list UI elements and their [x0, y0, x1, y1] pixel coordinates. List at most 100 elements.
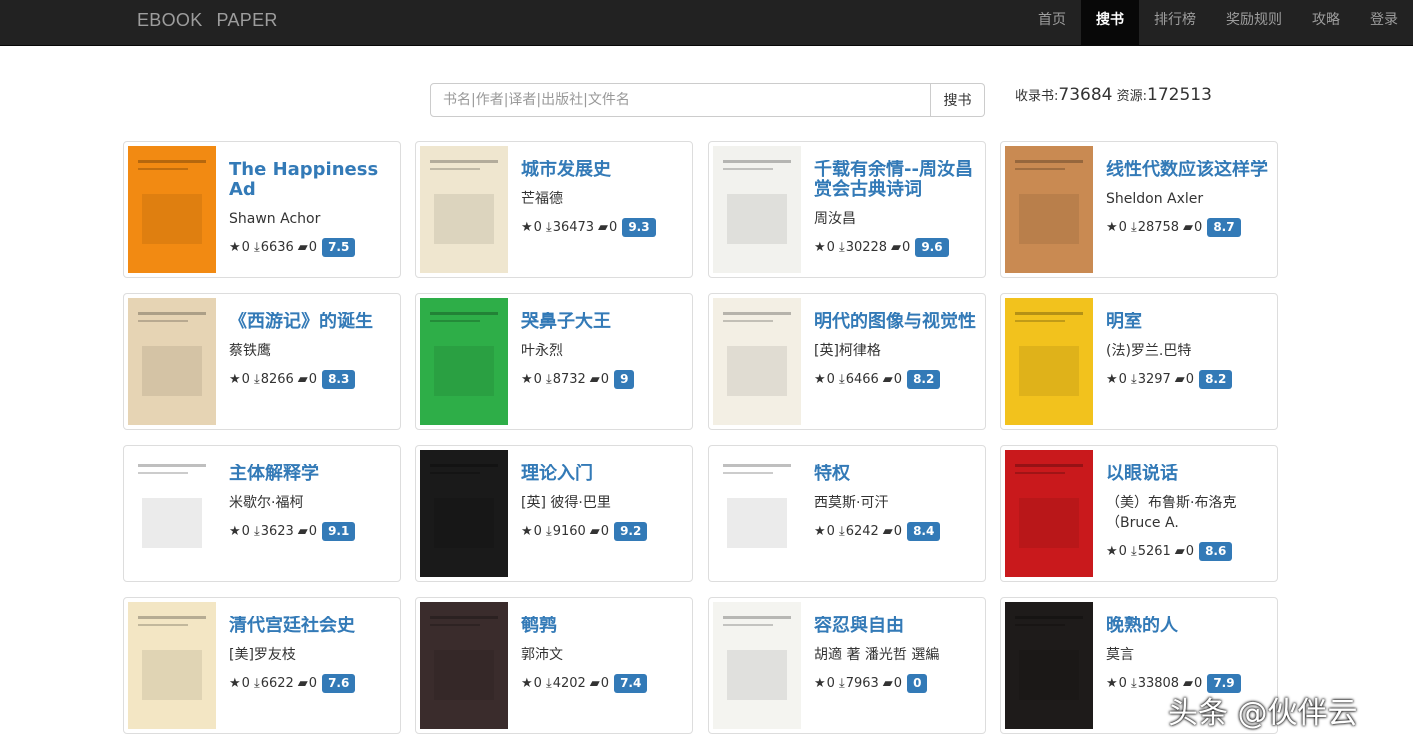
- book-card[interactable]: 千载有余情--周汝昌赏会古典诗词 周汝昌 ★ 0 ⤓ 30228 ▰ 0 9.6: [708, 141, 986, 278]
- book-card[interactable]: 特权 西莫斯·可汗 ★ 0 ⤓ 6242 ▰ 0 8.4: [708, 445, 986, 582]
- star-count: 0: [241, 372, 250, 387]
- book-title[interactable]: 晚熟的人: [1106, 616, 1269, 636]
- book-info: 主体解释学 米歇尔·福柯 ★ 0 ⤓ 3623 ▰ 0 9.1: [229, 464, 392, 541]
- book-cover-image[interactable]: [1005, 602, 1093, 729]
- book-cover-image[interactable]: [713, 602, 801, 729]
- book-cover-image[interactable]: [420, 146, 508, 273]
- download-count: 6622: [260, 676, 294, 691]
- rating-badge: 9.2: [614, 522, 648, 541]
- comment-count: 0: [893, 372, 903, 387]
- download-icon: ⤓: [253, 676, 260, 691]
- book-title[interactable]: 明代的图像与视觉性: [814, 312, 977, 332]
- book-title[interactable]: 城市发展史: [521, 160, 684, 180]
- book-card[interactable]: The Happiness Ad Shawn Achor ★ 0 ⤓ 6636 ▰ 0 7.5: [123, 141, 401, 278]
- nav-menu: 首页 搜书 排行榜 奖励规则 攻略 登录: [1023, 0, 1413, 45]
- book-cover-image[interactable]: [1005, 450, 1093, 577]
- book-title[interactable]: 线性代数应该这样学: [1106, 160, 1269, 180]
- download-count: 9160: [552, 524, 586, 539]
- book-meta: ★ 0 ⤓ 8732 ▰ 0 9: [521, 370, 684, 389]
- book-card[interactable]: 城市发展史 芒福德 ★ 0 ⤓ 36473 ▰ 0 9.3: [415, 141, 693, 278]
- book-cover-image[interactable]: [713, 146, 801, 273]
- nav-reward-rules[interactable]: 奖励规则: [1211, 0, 1297, 45]
- rating-badge: 8.4: [907, 522, 941, 541]
- nav-home[interactable]: 首页: [1023, 0, 1081, 45]
- book-title[interactable]: 主体解释学: [229, 464, 392, 484]
- book-card[interactable]: 《西游记》的诞生 蔡铁鹰 ★ 0 ⤓ 8266 ▰ 0 8.3: [123, 293, 401, 430]
- book-author: [英] 彼得·巴里: [521, 495, 611, 511]
- nav-guide[interactable]: 攻略: [1297, 0, 1355, 45]
- book-cover-image[interactable]: [128, 450, 216, 577]
- star-icon: ★: [1106, 676, 1118, 691]
- book-cover-image[interactable]: [1005, 298, 1093, 425]
- search-form: 搜书: [430, 83, 985, 117]
- comment-count: 0: [902, 240, 911, 255]
- book-card[interactable]: 以眼说话 （美）布鲁斯·布洛克（Bruce A. ★ 0 ⤓ 5261 ▰ 0 8.6: [1000, 445, 1278, 582]
- book-cover-image[interactable]: [1005, 146, 1093, 273]
- download-icon: ⤓: [545, 372, 552, 387]
- book-author: 郭沛文: [521, 647, 563, 663]
- download-icon: ⤓: [545, 524, 552, 539]
- book-card[interactable]: 鹌鹑 郭沛文 ★ 0 ⤓ 4202 ▰ 0 7.4: [415, 597, 693, 734]
- books-count-label: 收录书:: [1015, 89, 1059, 104]
- book-cover-image[interactable]: [713, 450, 801, 577]
- brand-logo[interactable]: EBOOK PAPER: [137, 0, 292, 45]
- book-card[interactable]: 哭鼻子大王 叶永烈 ★ 0 ⤓ 8732 ▰ 0 9: [415, 293, 693, 430]
- book-info: 明室 (法)罗兰.巴特 ★ 0 ⤓ 3297 ▰ 0 8.2: [1106, 312, 1269, 389]
- comment-count: 0: [893, 676, 903, 691]
- nav-login[interactable]: 登录: [1355, 0, 1413, 45]
- download-count: 8732: [552, 372, 586, 387]
- book-card[interactable]: 容忍與自由 胡適 著 潘光哲 選編 ★ 0 ⤓ 7963 ▰ 0 0: [708, 597, 986, 734]
- search-button[interactable]: 搜书: [931, 83, 985, 117]
- download-count: 30228: [845, 240, 888, 255]
- book-card[interactable]: 线性代数应该这样学 Sheldon Axler ★ 0 ⤓ 28758 ▰ 0 8.7: [1000, 141, 1278, 278]
- download-icon: ⤓: [253, 524, 260, 539]
- book-cover-image[interactable]: [420, 450, 508, 577]
- star-icon: ★: [521, 220, 533, 235]
- book-title[interactable]: 清代宫廷社会史: [229, 616, 392, 636]
- book-title[interactable]: The Happiness Ad: [229, 160, 392, 200]
- book-cover-image[interactable]: [713, 298, 801, 425]
- book-title[interactable]: 理论入门: [521, 464, 684, 484]
- star-icon: ★: [521, 372, 533, 387]
- download-count: 6242: [845, 524, 879, 539]
- book-cover-image[interactable]: [420, 602, 508, 729]
- book-author: （美）布鲁斯·布洛克（Bruce A.: [1106, 495, 1237, 531]
- book-cover-image[interactable]: [128, 298, 216, 425]
- nav-search-books[interactable]: 搜书: [1081, 0, 1139, 45]
- download-count: 4202: [552, 676, 586, 691]
- book-card[interactable]: 主体解释学 米歇尔·福柯 ★ 0 ⤓ 3623 ▰ 0 9.1: [123, 445, 401, 582]
- comment-count: 0: [308, 372, 318, 387]
- book-card[interactable]: 清代宫廷社会史 [美]罗友枝 ★ 0 ⤓ 6622 ▰ 0 7.6: [123, 597, 401, 734]
- book-title[interactable]: 明室: [1106, 312, 1269, 332]
- book-cover-image[interactable]: [128, 146, 216, 273]
- comment-icon: ▰: [589, 676, 600, 691]
- book-title[interactable]: 容忍與自由: [814, 616, 977, 636]
- comment-count: 0: [1185, 544, 1195, 559]
- nav-ranking[interactable]: 排行榜: [1139, 0, 1211, 45]
- brand-paper: PAPER: [216, 10, 278, 30]
- book-title[interactable]: 特权: [814, 464, 977, 484]
- star-count: 0: [533, 676, 542, 691]
- book-card[interactable]: 理论入门 [英] 彼得·巴里 ★ 0 ⤓ 9160 ▰ 0 9.2: [415, 445, 693, 582]
- book-title[interactable]: 哭鼻子大王: [521, 312, 684, 332]
- book-title[interactable]: 千载有余情--周汝昌赏会古典诗词: [814, 160, 977, 200]
- book-title[interactable]: 《西游记》的诞生: [229, 312, 392, 332]
- book-cover-image[interactable]: [128, 602, 216, 729]
- star-icon: ★: [814, 676, 826, 691]
- download-icon: ⤓: [1130, 372, 1137, 387]
- book-card[interactable]: 明室 (法)罗兰.巴特 ★ 0 ⤓ 3297 ▰ 0 8.2: [1000, 293, 1278, 430]
- collection-stats: 收录书:73684 资源:172513: [1015, 85, 1212, 105]
- book-cover-image[interactable]: [420, 298, 508, 425]
- book-info: 《西游记》的诞生 蔡铁鹰 ★ 0 ⤓ 8266 ▰ 0 8.3: [229, 312, 392, 389]
- book-card[interactable]: 明代的图像与视觉性 [英]柯律格 ★ 0 ⤓ 6466 ▰ 0 8.2: [708, 293, 986, 430]
- star-icon: ★: [521, 524, 533, 539]
- book-title[interactable]: 鹌鹑: [521, 616, 684, 636]
- rating-badge: 8.6: [1199, 542, 1233, 561]
- search-input[interactable]: [430, 83, 932, 117]
- book-author: 莫言: [1106, 647, 1134, 663]
- book-author: [美]罗友枝: [229, 647, 296, 663]
- book-title[interactable]: 以眼说话: [1106, 464, 1269, 484]
- download-icon: ⤓: [545, 220, 552, 235]
- comment-count: 0: [1185, 372, 1195, 387]
- comment-count: 0: [600, 372, 610, 387]
